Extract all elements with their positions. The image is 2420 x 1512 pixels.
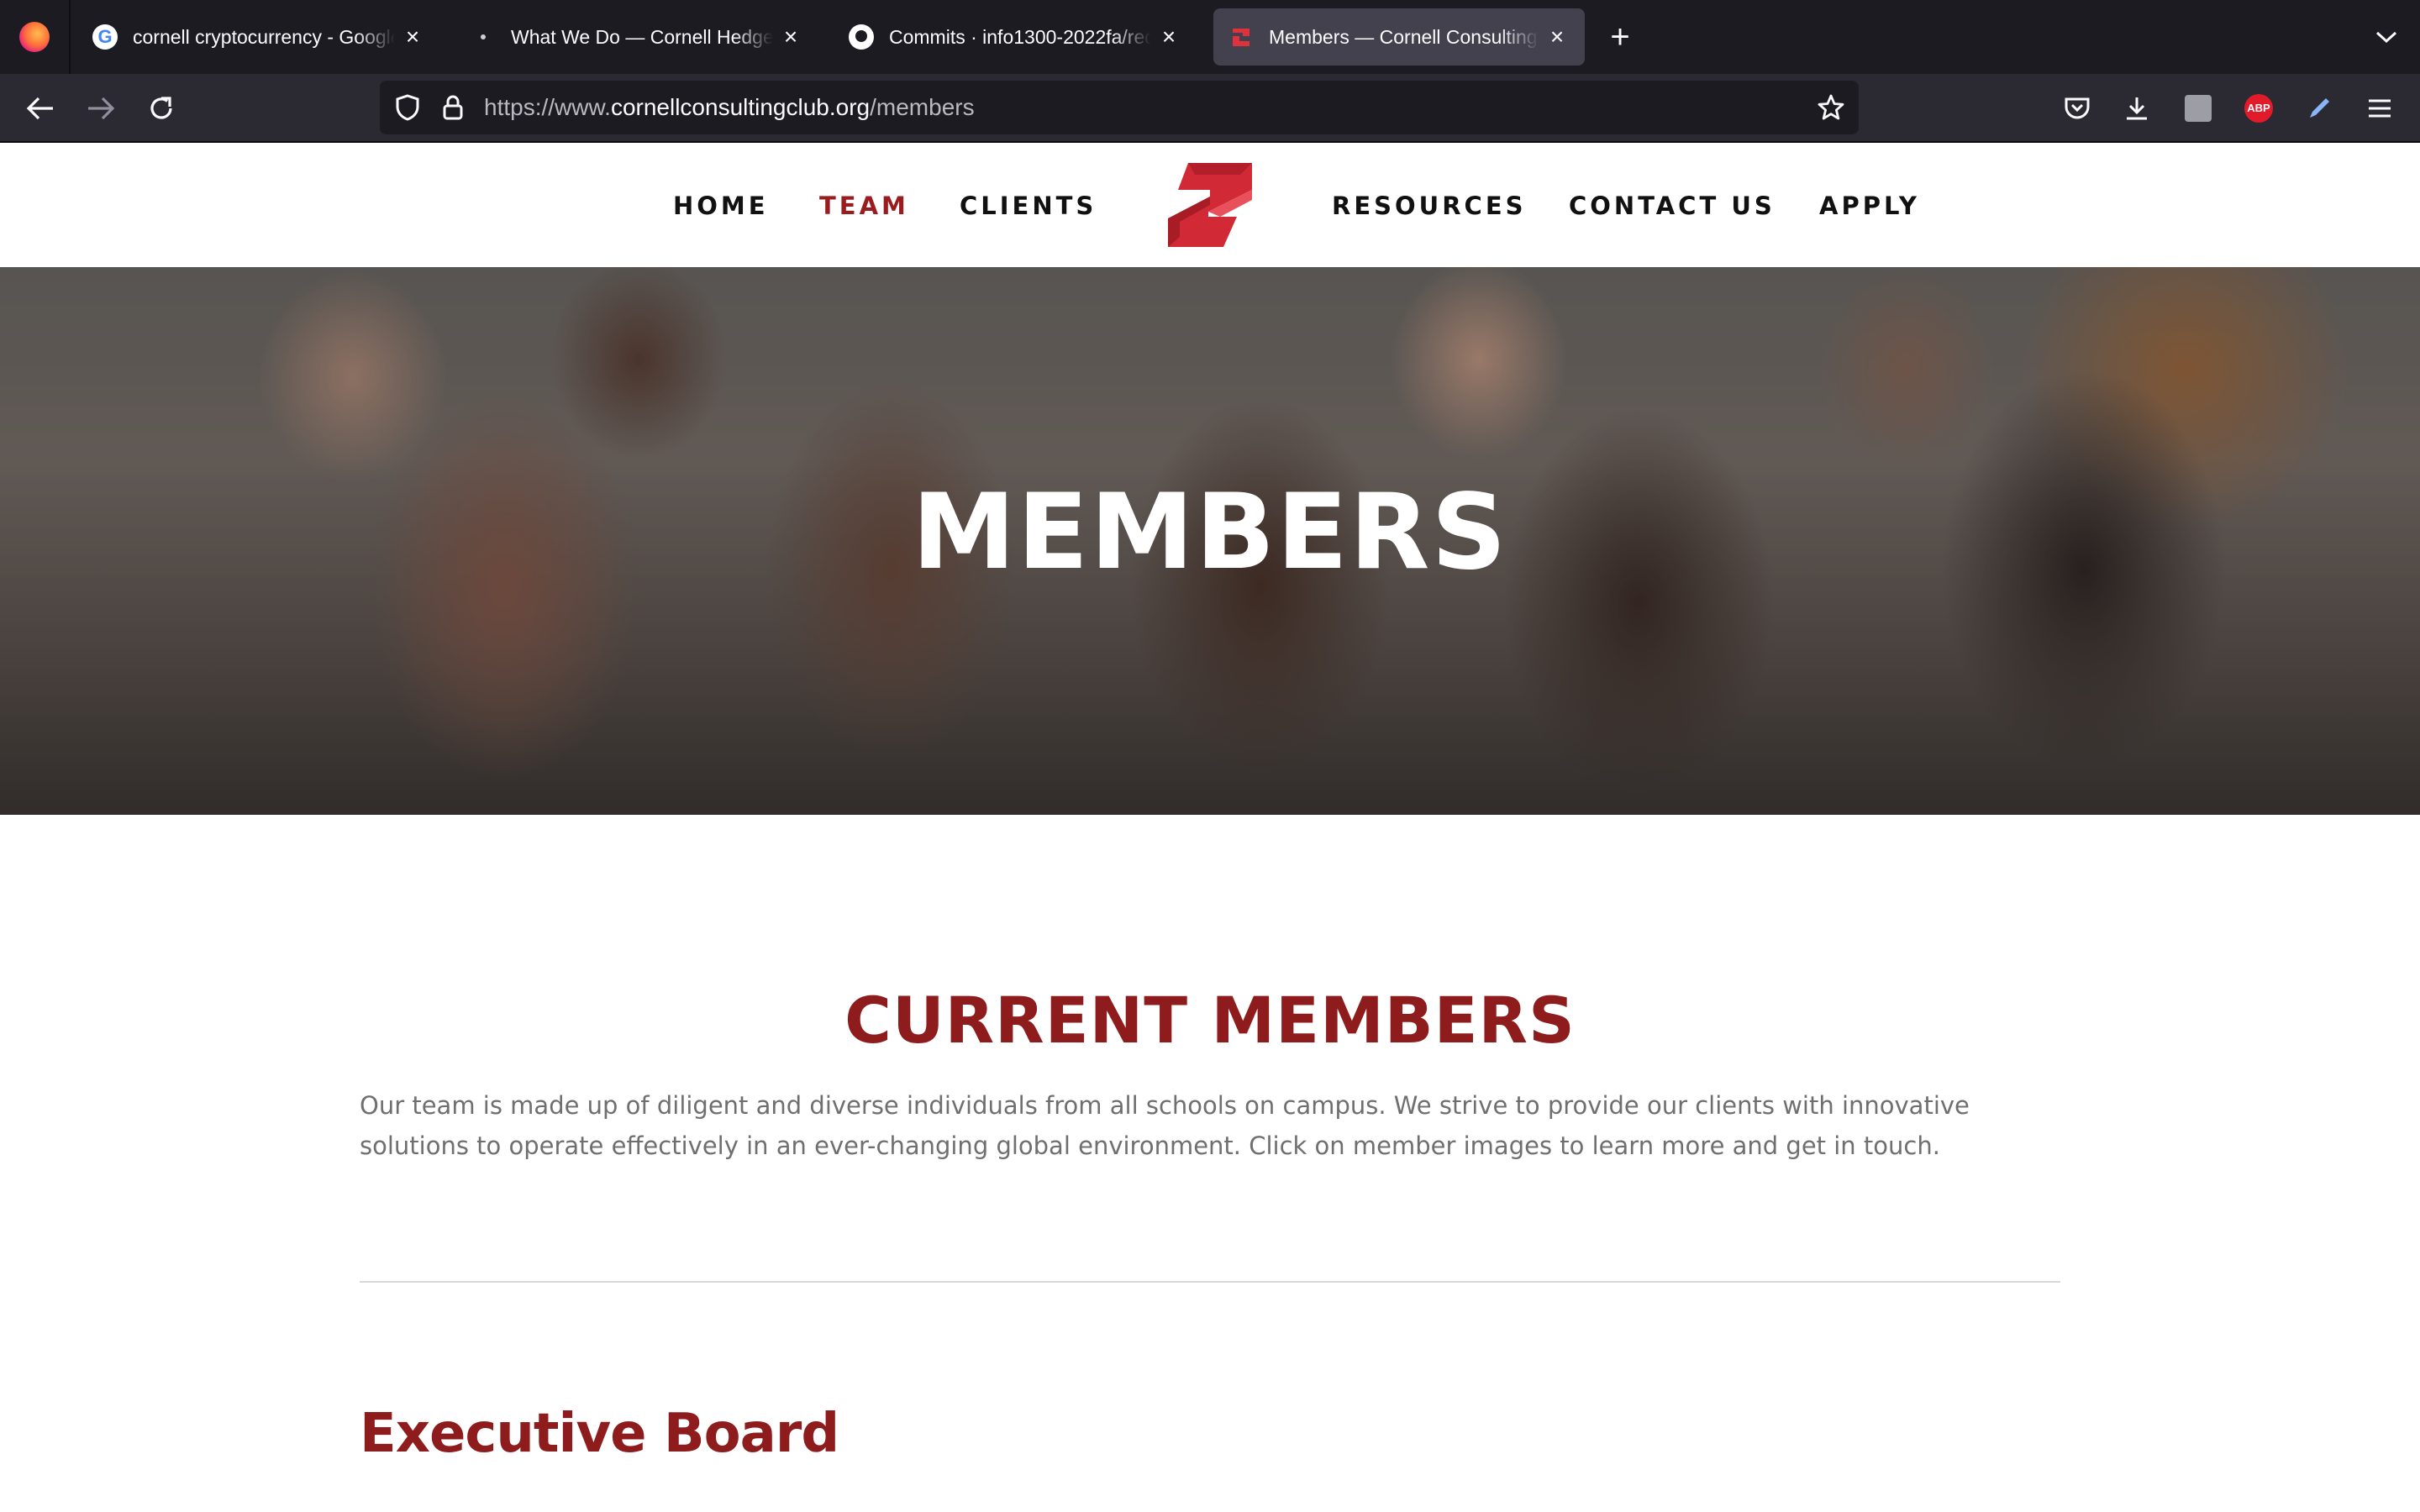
tracking-protection-shield-icon[interactable] xyxy=(388,88,427,127)
bookmark-star-icon[interactable] xyxy=(1812,88,1850,127)
reload-icon[interactable] xyxy=(142,89,181,128)
section-divider xyxy=(360,1281,2060,1283)
close-icon[interactable]: × xyxy=(400,24,425,50)
google-icon: G xyxy=(92,24,118,50)
intro-paragraph: Our team is made up of diligent and dive… xyxy=(360,1091,1970,1160)
close-icon[interactable]: × xyxy=(778,24,803,50)
tab-title: Commits · info1300-2022fa/red- xyxy=(889,25,1151,48)
url-bar[interactable]: https://www.cornellconsultingclub.org/me… xyxy=(380,81,1859,134)
back-arrow-icon[interactable] xyxy=(21,89,60,128)
firefox-view-button[interactable] xyxy=(0,0,71,74)
adblock-plus-icon[interactable]: ABP xyxy=(2239,89,2278,128)
hero-title: MEMBERS xyxy=(912,472,1508,593)
section-title: CURRENT MEMBERS xyxy=(844,983,1576,1058)
new-tab-plus-icon[interactable]: + xyxy=(1602,18,1639,55)
forward-arrow-icon[interactable] xyxy=(82,89,120,128)
site-header: HOME TEAM CLIENTS RESOURCES CONTACT US A… xyxy=(0,144,2420,267)
executive-board-heading: Executive Board xyxy=(360,1403,839,1465)
browser-tab-google[interactable]: G cornell cryptocurrency - Google × xyxy=(77,8,440,66)
close-icon[interactable]: × xyxy=(1156,24,1181,50)
members-content: CURRENT MEMBERS Our team is made up of d… xyxy=(0,815,2420,1512)
pen-extension-icon[interactable] xyxy=(2300,89,2338,128)
browser-tab-hedge-fund[interactable]: What We Do — Cornell Hedge Fund × xyxy=(455,8,818,66)
pocket-icon[interactable] xyxy=(2058,89,2096,128)
url-domain: cornellconsultingclub.org xyxy=(610,94,871,120)
nav-link-team[interactable]: TEAM xyxy=(819,144,909,267)
extension-square-icon[interactable] xyxy=(2179,89,2217,128)
browser-navigation-bar: https://www.cornellconsultingclub.org/me… xyxy=(0,74,2420,143)
tab-title: Members — Cornell Consulting Club xyxy=(1269,25,1539,48)
url-text[interactable]: https://www.cornellconsultingclub.org/me… xyxy=(484,81,975,134)
close-icon[interactable]: × xyxy=(1544,24,1570,50)
lock-icon[interactable] xyxy=(434,88,472,127)
cornell-consulting-logo[interactable] xyxy=(1165,156,1257,254)
firefox-icon xyxy=(19,22,50,52)
dot-icon xyxy=(471,24,496,50)
nav-link-contact-us[interactable]: CONTACT US xyxy=(1569,144,1776,267)
url-prefix: https://www. xyxy=(484,94,611,120)
browser-tab-github[interactable]: Commits · info1300-2022fa/red- × xyxy=(834,8,1197,66)
nav-link-home[interactable]: HOME xyxy=(673,144,769,267)
cornell-consulting-icon xyxy=(1228,24,1254,50)
github-icon xyxy=(849,24,874,50)
url-path: /members xyxy=(870,94,975,120)
downloads-icon[interactable] xyxy=(2118,89,2156,128)
browser-tab-bar: G cornell cryptocurrency - Google × What… xyxy=(0,0,2420,74)
tab-title: cornell cryptocurrency - Google xyxy=(133,25,395,48)
nav-link-apply[interactable]: APPLY xyxy=(1819,144,1920,267)
tab-title: What We Do — Cornell Hedge Fund xyxy=(511,25,773,48)
hero-banner: MEMBERS xyxy=(0,267,2420,815)
hamburger-menu-icon[interactable] xyxy=(2360,89,2399,128)
nav-link-resources[interactable]: RESOURCES xyxy=(1332,144,1527,267)
browser-tab-members[interactable]: Members — Cornell Consulting Club × xyxy=(1213,8,1585,66)
list-all-tabs-chevron-icon[interactable] xyxy=(2368,18,2405,55)
nav-link-clients[interactable]: CLIENTS xyxy=(960,144,1097,267)
